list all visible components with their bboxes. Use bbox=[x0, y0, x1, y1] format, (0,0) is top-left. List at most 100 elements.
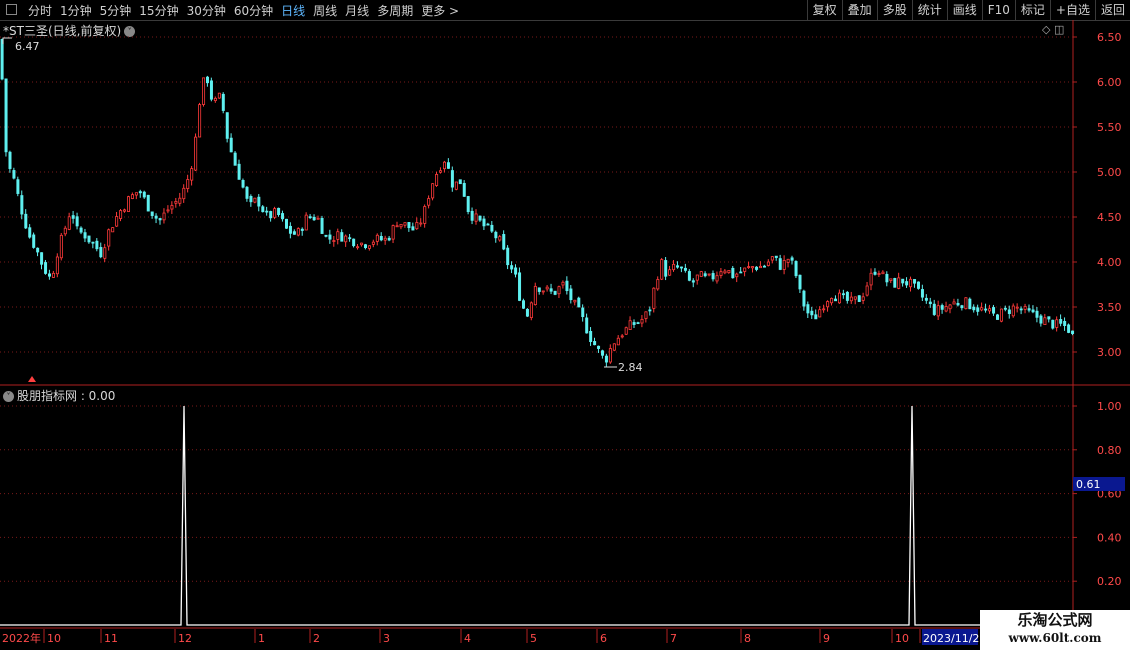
candle-body bbox=[99, 247, 103, 258]
candle-body bbox=[36, 247, 40, 253]
candle-body bbox=[257, 196, 261, 207]
candle-body bbox=[1043, 317, 1047, 326]
candle-body bbox=[537, 287, 541, 292]
candle-body bbox=[1051, 319, 1055, 329]
candle-body bbox=[439, 170, 443, 173]
indicator-line bbox=[0, 405, 1073, 626]
candle-body bbox=[774, 255, 778, 258]
candle-body bbox=[79, 227, 83, 233]
candle-body bbox=[273, 208, 277, 218]
candle-body bbox=[648, 309, 652, 312]
candle-body bbox=[525, 308, 529, 317]
candle-body bbox=[849, 296, 853, 302]
candle-body bbox=[932, 303, 936, 315]
candle-body bbox=[964, 297, 968, 310]
candle-body bbox=[474, 213, 478, 222]
candle-body bbox=[561, 281, 565, 286]
candle-body bbox=[308, 216, 312, 219]
candle-body bbox=[838, 292, 842, 304]
candle-body bbox=[28, 227, 32, 238]
candle-body bbox=[889, 278, 893, 281]
candle-body bbox=[292, 231, 296, 235]
candle-body bbox=[810, 310, 814, 316]
candle-body bbox=[431, 183, 435, 199]
candle-body bbox=[281, 213, 285, 220]
candle-body bbox=[822, 308, 826, 311]
candle-body bbox=[687, 271, 691, 281]
candle-body bbox=[288, 225, 292, 234]
candle-body bbox=[24, 213, 28, 229]
candle-body bbox=[478, 215, 482, 221]
candle-body bbox=[739, 271, 743, 274]
y-tick-label: 3.50 bbox=[1097, 301, 1122, 314]
candle-body bbox=[778, 258, 782, 270]
candle-body bbox=[968, 298, 972, 310]
candle-body bbox=[1027, 308, 1031, 311]
candle-body bbox=[127, 196, 131, 212]
candle-body bbox=[379, 235, 383, 241]
candle-body bbox=[1007, 309, 1011, 314]
candle-body bbox=[411, 226, 415, 231]
candle-body bbox=[32, 234, 36, 248]
candle-body bbox=[794, 261, 798, 277]
candle-body bbox=[901, 278, 905, 284]
candle-body bbox=[593, 341, 597, 346]
candle-body bbox=[557, 286, 561, 295]
candle-body bbox=[427, 198, 431, 206]
candle-body bbox=[407, 222, 411, 229]
candle-body bbox=[217, 92, 221, 99]
y-tick-label: 1.00 bbox=[1097, 400, 1122, 413]
x-tick-label: 8 bbox=[744, 632, 751, 645]
candle-body bbox=[1023, 306, 1027, 310]
candle-body bbox=[676, 265, 680, 268]
candle-body bbox=[71, 215, 75, 219]
candle-body bbox=[802, 290, 806, 307]
candle-body bbox=[387, 237, 391, 241]
candle-body bbox=[877, 273, 881, 275]
candle-body bbox=[67, 216, 71, 230]
candle-body bbox=[601, 350, 605, 356]
candle-body bbox=[284, 218, 288, 229]
x-tick-label: 2023/11/2 bbox=[923, 632, 979, 645]
y-tick-label: 0.20 bbox=[1097, 575, 1122, 588]
candle-body bbox=[913, 279, 917, 284]
candle-body bbox=[691, 280, 695, 283]
x-tick-label: 6 bbox=[600, 632, 607, 645]
candle-body bbox=[123, 209, 127, 212]
candle-body bbox=[363, 244, 367, 249]
candle-body bbox=[202, 77, 206, 105]
candle-body bbox=[917, 281, 921, 289]
candle-body bbox=[841, 293, 845, 296]
candle-body bbox=[1039, 315, 1043, 324]
candle-body bbox=[367, 245, 371, 249]
candle-body bbox=[992, 307, 996, 314]
candle-body bbox=[186, 179, 190, 189]
candle-body bbox=[63, 227, 67, 235]
candle-body bbox=[300, 228, 304, 231]
x-tick-label: 1 bbox=[258, 632, 265, 645]
candle-body bbox=[158, 218, 162, 221]
candle-body bbox=[162, 212, 166, 221]
candle-body bbox=[450, 170, 454, 188]
signal-marker-icon bbox=[28, 376, 36, 382]
candle-body bbox=[628, 320, 632, 330]
candle-body bbox=[87, 235, 91, 243]
candle-body bbox=[664, 260, 668, 277]
candle-body bbox=[743, 267, 747, 272]
x-tick-label: 4 bbox=[464, 632, 471, 645]
candle-body bbox=[636, 322, 640, 325]
candle-body bbox=[16, 179, 20, 194]
candle-body bbox=[296, 228, 300, 236]
candle-body bbox=[703, 273, 707, 277]
candle-body bbox=[668, 269, 672, 276]
candle-body bbox=[533, 285, 537, 306]
candle-body bbox=[948, 304, 952, 310]
candle-body bbox=[375, 234, 379, 242]
candle-body bbox=[115, 216, 119, 227]
candle-body bbox=[869, 272, 873, 286]
candle-body bbox=[316, 217, 320, 220]
candle-body bbox=[751, 266, 755, 269]
candle-body bbox=[589, 331, 593, 342]
candle-body bbox=[960, 305, 964, 309]
kline-chart[interactable]: 6.50 6.00 5.50 5.00 4.50 4.00 3.50 3.00 6.47 2.84… bbox=[0, 0, 1130, 650]
